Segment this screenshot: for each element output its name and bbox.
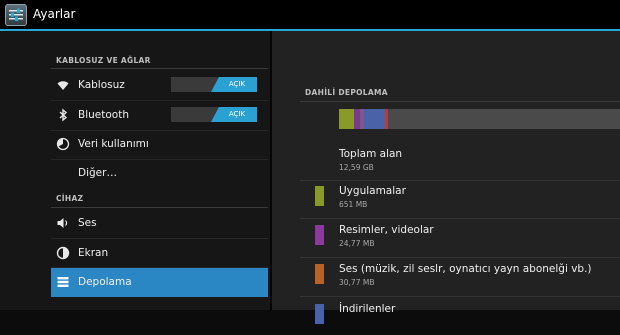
- storage-item-name: Ses (müzik, zil seslr, oynatıcı yayn abo…: [339, 263, 592, 275]
- color-swatch: [315, 304, 324, 324]
- item-divider: [300, 218, 620, 219]
- storage-item-name: Toplam alan: [339, 148, 403, 160]
- color-swatch: [315, 264, 324, 284]
- storage-item-audio[interactable]: Ses (müzik, zil seslr, oynatıcı yayn abo…: [314, 259, 620, 295]
- settings-sidebar: KABLOSUZ VE AĞLAR Kablosuz AÇIK Bluetoot…: [0, 31, 270, 310]
- wifi-icon: [57, 81, 69, 90]
- item-divider: [300, 257, 620, 258]
- speaker-icon: [57, 218, 68, 228]
- sidebar-item-label: Diğer…: [78, 167, 117, 179]
- section-header-wireless: KABLOSUZ VE AĞLAR: [56, 56, 151, 65]
- storage-item-name: İndirilenler: [339, 303, 396, 315]
- section-divider: [300, 101, 620, 102]
- storage-item-size: 30,77 MB: [339, 278, 375, 287]
- storage-list-icon: [57, 277, 69, 287]
- app-title: Ayarlar: [33, 7, 76, 21]
- storage-usage-bar: [339, 109, 620, 129]
- data-usage-icon: [56, 137, 70, 151]
- sidebar-item-label: Bluetooth: [78, 109, 129, 121]
- sidebar-item-sound[interactable]: Ses: [51, 209, 268, 238]
- sidebar-item-display[interactable]: Ekran: [51, 239, 268, 268]
- sidebar-item-bluetooth[interactable]: Bluetooth AÇIK: [51, 101, 268, 130]
- settings-sliders-icon[interactable]: [5, 4, 27, 26]
- section-header-device: CİHAZ: [56, 194, 84, 203]
- item-divider: [300, 296, 620, 297]
- action-bar: Ayarlar: [0, 0, 620, 31]
- storage-item-name: Resimler, videolar: [339, 224, 434, 236]
- usage-segment: [339, 109, 355, 129]
- bluetooth-icon: [59, 108, 68, 122]
- toggle-state-label: AÇIK: [228, 110, 246, 118]
- storage-item-name: Uygulamalar: [339, 185, 406, 197]
- sidebar-item-wifi[interactable]: Kablosuz AÇIK: [51, 71, 268, 100]
- section-header-internal-storage: DAHİLİ DEPOLAMA: [305, 88, 388, 97]
- sidebar-item-storage[interactable]: Depolama: [51, 268, 268, 297]
- wifi-toggle[interactable]: AÇIK: [171, 77, 257, 92]
- brightness-icon: [56, 246, 70, 260]
- color-swatch: [315, 186, 324, 206]
- sidebar-item-label: Ekran: [78, 247, 109, 259]
- section-divider: [51, 207, 268, 208]
- storage-item-size: 24,77 MB: [339, 239, 375, 248]
- storage-item-apps[interactable]: Uygulamalar 651 MB: [314, 181, 620, 217]
- sidebar-item-label: Depolama: [78, 276, 132, 288]
- usage-segment: [385, 109, 388, 129]
- sidebar-item-more[interactable]: Diğer…: [51, 159, 268, 188]
- storage-item-size: 651 MB: [339, 200, 368, 209]
- storage-item-pictures-videos[interactable]: Resimler, videolar 24,77 MB: [314, 220, 620, 256]
- sidebar-item-label: Ses: [78, 217, 97, 229]
- usage-segment: [364, 109, 386, 129]
- storage-item-downloads[interactable]: İndirilenler: [314, 299, 620, 335]
- section-divider: [51, 68, 268, 69]
- storage-item-total: Toplam alan 12,59 GB: [314, 144, 620, 180]
- bluetooth-toggle[interactable]: AÇIK: [171, 107, 257, 122]
- toggle-state-label: AÇIK: [228, 80, 246, 88]
- sidebar-item-label: Kablosuz: [78, 79, 125, 91]
- storage-detail-pane: DAHİLİ DEPOLAMA Toplam alan 12,59 GB Uyg…: [272, 31, 620, 324]
- sidebar-item-data-usage[interactable]: Veri kullanımı: [51, 130, 268, 159]
- color-swatch: [315, 225, 324, 245]
- sidebar-item-label: Veri kullanımı: [78, 138, 149, 150]
- storage-item-size: 12,59 GB: [339, 163, 374, 172]
